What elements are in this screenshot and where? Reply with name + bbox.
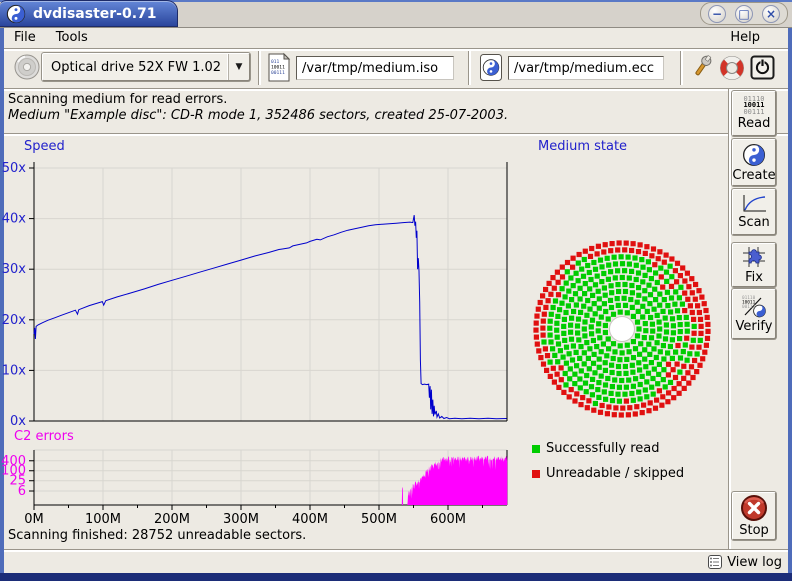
yinyang-icon bbox=[742, 143, 766, 167]
titlebar[interactable]: dvdisaster-0.71 − □ × bbox=[0, 0, 792, 28]
read-button[interactable]: 01110 10011 00111 Read bbox=[732, 91, 776, 136]
legend-swatch-red bbox=[532, 470, 540, 478]
svg-text:011: 011 bbox=[271, 59, 280, 65]
minimize-button[interactable]: − bbox=[708, 5, 726, 23]
maximize-button[interactable]: □ bbox=[735, 5, 753, 23]
medium-state-disc bbox=[528, 136, 734, 436]
scan-button[interactable]: Scan bbox=[732, 189, 776, 235]
ecc-file-yinyang-icon bbox=[478, 52, 504, 83]
log-icon bbox=[707, 554, 723, 570]
window-title: dvdisaster-0.71 bbox=[33, 6, 157, 22]
svg-text:0M: 0M bbox=[24, 512, 44, 527]
svg-text:00111: 00111 bbox=[271, 70, 285, 76]
speed-and-c2-chart: 0x10x20x30x40x50x6251004000M100M200M300M… bbox=[0, 136, 530, 528]
toolbar: Optical drive 52X FW 1.02 ▼ 011100110011… bbox=[4, 49, 788, 88]
scan-button-label: Scan bbox=[738, 215, 770, 230]
legend-item-readable: Successfully read bbox=[532, 441, 659, 456]
menubar: File Tools Help bbox=[4, 27, 788, 48]
menu-file[interactable]: File bbox=[4, 28, 46, 47]
svg-text:10011: 10011 bbox=[271, 64, 285, 70]
preferences-wrench-icon[interactable] bbox=[688, 53, 716, 83]
close-button[interactable]: × bbox=[762, 5, 780, 23]
ecc-file-input[interactable] bbox=[508, 56, 664, 80]
separator bbox=[258, 51, 261, 85]
verify-compare-icon: 011101001100111 bbox=[741, 294, 767, 318]
stop-button[interactable]: Stop bbox=[732, 492, 776, 540]
cd-drive-icon bbox=[12, 52, 42, 82]
drive-select-value: Optical drive 52X FW 1.02 bbox=[43, 60, 228, 75]
svg-text:0x: 0x bbox=[10, 414, 26, 429]
image-file-input[interactable] bbox=[296, 56, 454, 80]
scan-chart-icon bbox=[741, 194, 767, 214]
view-log-button[interactable]: View log bbox=[707, 552, 782, 572]
footer-status: Scanning finished: 28752 unreadable sect… bbox=[8, 528, 306, 543]
create-button-label: Create bbox=[732, 168, 775, 183]
status-line-2: Medium "Example disc": CD-R mode 1, 3524… bbox=[8, 108, 508, 123]
quit-power-icon[interactable] bbox=[750, 55, 775, 80]
app-window: dvdisaster-0.71 − □ × File Tools Help Op… bbox=[0, 0, 792, 581]
app-yinyang-icon bbox=[6, 4, 26, 24]
svg-text:300M: 300M bbox=[223, 512, 259, 527]
fix-button-label: Fix bbox=[745, 270, 763, 285]
stop-button-label: Stop bbox=[739, 523, 769, 538]
separator bbox=[4, 88, 788, 91]
puzzle-icon bbox=[741, 245, 767, 269]
svg-text:400M: 400M bbox=[292, 512, 328, 527]
window-border-bottom bbox=[0, 573, 792, 581]
svg-text:50x: 50x bbox=[2, 161, 27, 176]
svg-text:30x: 30x bbox=[2, 262, 27, 277]
stop-icon bbox=[740, 494, 768, 522]
separator bbox=[728, 89, 731, 549]
create-button[interactable]: Create bbox=[732, 139, 776, 186]
verify-button-label: Verify bbox=[736, 319, 773, 334]
help-lifebuoy-icon[interactable] bbox=[718, 53, 746, 83]
separator bbox=[468, 51, 471, 85]
separator bbox=[680, 51, 683, 85]
svg-text:00111: 00111 bbox=[742, 304, 756, 310]
read-button-label: Read bbox=[738, 116, 771, 131]
menu-help[interactable]: Help bbox=[720, 28, 770, 47]
image-file-binary-icon: 0111001100111 bbox=[266, 52, 292, 83]
svg-text:10x: 10x bbox=[2, 363, 27, 378]
svg-text:100M: 100M bbox=[85, 512, 121, 527]
svg-text:600M: 600M bbox=[430, 512, 466, 527]
separator bbox=[4, 549, 788, 552]
verify-button[interactable]: 011101001100111 Verify bbox=[732, 289, 776, 339]
window-border-right bbox=[788, 27, 792, 573]
svg-text:40x: 40x bbox=[2, 212, 27, 227]
fix-button[interactable]: Fix bbox=[732, 243, 776, 287]
status-line-1: Scanning medium for read errors. bbox=[8, 92, 227, 107]
svg-text:400: 400 bbox=[1, 454, 26, 469]
menu-tools[interactable]: Tools bbox=[46, 28, 98, 47]
chevron-down-icon: ▼ bbox=[228, 54, 249, 80]
svg-text:200M: 200M bbox=[154, 512, 190, 527]
legend-label: Successfully read bbox=[546, 441, 659, 456]
view-log-label: View log bbox=[727, 555, 782, 570]
window-controls: − □ × bbox=[700, 2, 788, 25]
legend-label: Unreadable / skipped bbox=[546, 466, 684, 481]
legend-swatch-green bbox=[532, 445, 540, 453]
legend-item-unreadable: Unreadable / skipped bbox=[532, 466, 684, 481]
title-tab[interactable]: dvdisaster-0.71 bbox=[0, 0, 178, 27]
svg-text:500M: 500M bbox=[361, 512, 397, 527]
drive-select[interactable]: Optical drive 52X FW 1.02 ▼ bbox=[42, 53, 250, 81]
svg-text:20x: 20x bbox=[2, 313, 27, 328]
